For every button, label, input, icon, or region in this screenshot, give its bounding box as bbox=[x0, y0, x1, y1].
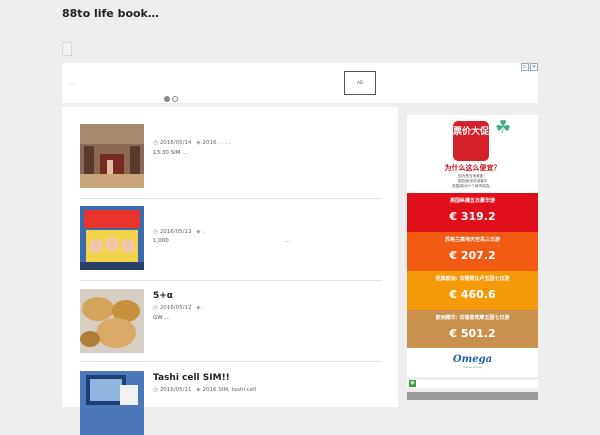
list-item: ◷ 2016/05/14 ◈ 2016 . . . . 13:30 SIM … bbox=[80, 124, 382, 188]
rss-widget[interactable]: ◉ bbox=[407, 380, 538, 388]
clock-icon: ◷ bbox=[153, 140, 158, 146]
tour-name: 欧洲精华: 法瑞意梵摩五国七日游 bbox=[435, 315, 510, 321]
ad-box[interactable]: AD bbox=[344, 71, 376, 95]
clock-icon: ◷ bbox=[153, 305, 158, 311]
menu-icon[interactable] bbox=[62, 42, 72, 56]
post-excerpt: 1,000 bbox=[153, 238, 169, 244]
tour-price: € 460.6 bbox=[449, 288, 496, 301]
post-date: 2016/05/11 bbox=[159, 387, 192, 393]
tag-icon: ◈ bbox=[196, 387, 201, 393]
promo-line: 英国/欧洲十个城市挑选。 bbox=[452, 184, 493, 188]
post-tags[interactable]: 2016 SIM, tashi cell bbox=[203, 387, 257, 393]
post-tags[interactable]: . bbox=[203, 305, 205, 311]
promo-question: 为什么这么便宜？ bbox=[444, 164, 501, 172]
site-title[interactable]: 88to life book… bbox=[62, 7, 159, 20]
post-meta: ◷ 2016/05/12 ◈. bbox=[153, 305, 204, 311]
post-date: 2016/05/12 bbox=[159, 305, 192, 311]
promo-header: 票价大促 ☘ 为什么这么便宜？ 因为是当地参团！ 英国/欧洲非游客乐 英国/欧洲… bbox=[407, 115, 538, 192]
tag-icon: ◈ bbox=[196, 229, 201, 235]
widget-header-bar bbox=[407, 392, 538, 400]
tour-name: 经典欧洲: 法德荷比卢五国七日游 bbox=[435, 276, 510, 282]
list-item: ◷ 2016/05/13 ◈. 1,000 … bbox=[80, 206, 382, 270]
tour-price: € 501.2 bbox=[449, 327, 496, 340]
rss-icon[interactable]: ◉ bbox=[409, 380, 416, 387]
post-thumbnail[interactable] bbox=[80, 371, 144, 435]
brand-tagline: Travel Group bbox=[462, 365, 482, 369]
post-tags[interactable]: . bbox=[203, 229, 205, 235]
divider bbox=[80, 198, 382, 199]
brand-name: Omega bbox=[452, 354, 493, 365]
ad-choices[interactable]: ▷ ✕ bbox=[520, 63, 538, 71]
ad-close-icon[interactable]: ✕ bbox=[530, 63, 538, 71]
ad-caption: . . bbox=[70, 81, 75, 87]
ad-banner[interactable]: ▷ ✕ . . AD bbox=[62, 63, 538, 103]
palm-icon: ☘ bbox=[495, 117, 512, 138]
divider bbox=[80, 280, 382, 281]
post-date: 2016/05/14 bbox=[159, 140, 192, 146]
sidebar-ad[interactable]: 票价大促 ☘ 为什么这么便宜？ 因为是当地参团！ 英国/欧洲非游客乐 英国/欧洲… bbox=[407, 115, 538, 377]
post-title[interactable]: Tashi cell SIM!! bbox=[153, 373, 230, 383]
post-meta: ◷ 2016/05/14 ◈ 2016 . . . . bbox=[153, 140, 230, 146]
clock-icon: ◷ bbox=[153, 387, 158, 393]
tag-icon: ◈ bbox=[196, 140, 201, 146]
carousel-dot[interactable] bbox=[172, 96, 178, 102]
carousel-dot-active[interactable] bbox=[164, 96, 170, 102]
post-thumbnail[interactable] bbox=[80, 289, 144, 353]
post-title[interactable]: 5+α bbox=[153, 291, 173, 301]
post-thumbnail[interactable] bbox=[80, 206, 144, 270]
post-excerpt: GW … bbox=[153, 315, 170, 321]
price-row[interactable]: 苏格兰高地天空岛三日游 € 207.2 bbox=[407, 232, 538, 271]
tour-name: 苏格兰高地天空岛三日游 bbox=[444, 237, 500, 243]
price-row[interactable]: 经典欧洲: 法德荷比卢五国七日游 € 460.6 bbox=[407, 271, 538, 310]
post-date: 2016/05/13 bbox=[159, 229, 192, 235]
brand-logo[interactable]: Omega Travel Group bbox=[407, 348, 538, 377]
price-row[interactable]: 欧洲精华: 法瑞意梵摩五国七日游 € 501.2 bbox=[407, 310, 538, 349]
post-tags[interactable]: 2016 . . . . bbox=[203, 140, 231, 146]
clock-icon: ◷ bbox=[153, 229, 158, 235]
tag-icon: ◈ bbox=[196, 305, 201, 311]
list-item: 5+α ◷ 2016/05/12 ◈. GW … bbox=[80, 289, 382, 353]
tour-name: 英国纵横五日豪华游 bbox=[449, 198, 495, 204]
post-list: ◷ 2016/05/14 ◈ 2016 . . . . 13:30 SIM … ◷ 2… bbox=[62, 107, 398, 435]
tour-price: € 319.2 bbox=[449, 210, 496, 223]
ad-info-icon[interactable]: ▷ bbox=[521, 63, 529, 71]
post-thumbnail[interactable] bbox=[80, 124, 144, 188]
post-excerpt: 13:30 SIM … bbox=[153, 150, 188, 156]
price-row[interactable]: 英国纵横五日豪华游 € 319.2 bbox=[407, 193, 538, 232]
divider bbox=[80, 361, 382, 362]
post-meta: ◷ 2016/05/13 ◈. bbox=[153, 229, 204, 235]
list-item: Tashi cell SIM!! ◷ 2016/05/11 ◈ 2016 SIM, … bbox=[80, 371, 382, 435]
post-meta: ◷ 2016/05/11 ◈ 2016 SIM, tashi cell bbox=[153, 387, 256, 393]
tour-price: € 207.2 bbox=[449, 249, 496, 262]
post-excerpt-more: … bbox=[285, 238, 291, 244]
promo-badge: 票价大促 bbox=[453, 121, 489, 161]
